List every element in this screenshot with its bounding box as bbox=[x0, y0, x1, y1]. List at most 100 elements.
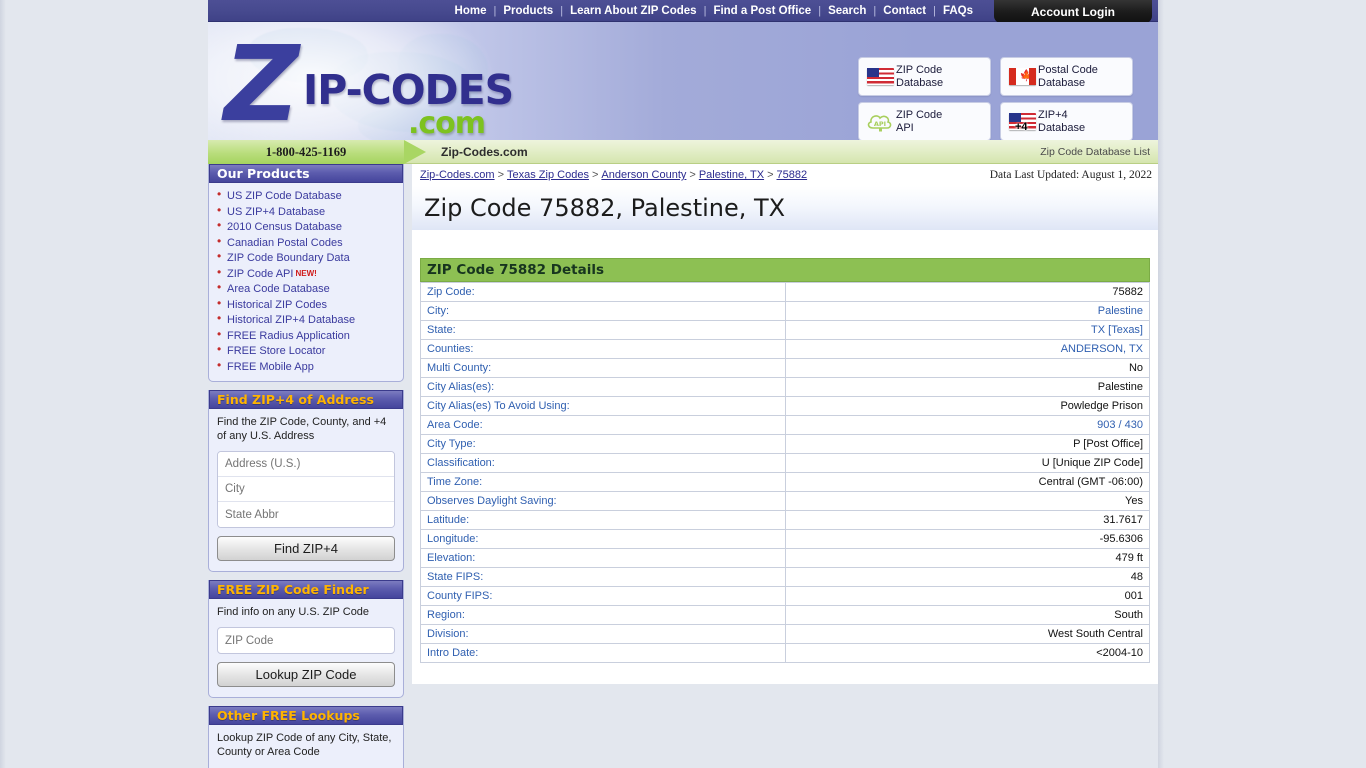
site-name-label: Zip-Codes.com bbox=[441, 145, 528, 159]
sidebar-link-free-store-locator[interactable]: FREE Store Locator bbox=[227, 345, 325, 357]
detail-value: 31.7617 bbox=[784, 510, 1150, 530]
logo-com-text: .com bbox=[408, 106, 486, 140]
sidebar-link-zip-code-api[interactable]: ZIP Code API bbox=[227, 268, 293, 280]
left-page-edge bbox=[0, 0, 6, 768]
table-row: Region: South bbox=[420, 605, 1150, 625]
breadcrumb-link-zip-codes-com[interactable]: Zip-Codes.com bbox=[420, 169, 495, 181]
table-row: Counties: ANDERSON, TX bbox=[420, 339, 1150, 359]
detail-value[interactable]: ANDERSON, TX bbox=[784, 339, 1150, 359]
account-login-button[interactable]: Account Login bbox=[994, 0, 1152, 23]
product-label-line2: Database bbox=[1038, 121, 1086, 134]
product-label-line2: Database bbox=[896, 76, 944, 89]
sidebar-link-free-mobile-app[interactable]: FREE Mobile App bbox=[227, 361, 314, 373]
detail-key: City: bbox=[420, 301, 786, 321]
breadcrumb: Zip-Codes.com > Texas Zip Codes > Anderson C… bbox=[420, 169, 807, 181]
list-item[interactable]: 2010 Census Database bbox=[215, 218, 395, 234]
product-button-zip-code-database[interactable]: ZIP Code Database bbox=[858, 57, 991, 96]
table-row: Intro Date: <2004-10 bbox=[420, 643, 1150, 663]
address-input[interactable] bbox=[218, 452, 394, 477]
list-item[interactable]: Historical ZIP Codes bbox=[215, 296, 395, 312]
panel-our-products: Our Products US ZIP Code Database US ZIP… bbox=[208, 164, 404, 382]
list-item[interactable]: FREE Radius Application bbox=[215, 327, 395, 343]
product-label-line2: API bbox=[896, 121, 914, 134]
product-button-postal-code-database[interactable]: 🍁 Postal Code Database bbox=[1000, 57, 1133, 96]
product-label-line1: ZIP Code bbox=[896, 63, 943, 76]
detail-value: Palestine bbox=[784, 377, 1150, 397]
phone-number: 1-800-425-1169 bbox=[265, 144, 347, 159]
zip-code-input[interactable] bbox=[217, 627, 395, 654]
detail-value: U [Unique ZIP Code] bbox=[784, 453, 1150, 473]
sidebar-link-historical-zip4-database[interactable]: Historical ZIP+4 Database bbox=[227, 314, 355, 326]
nav-link-faqs[interactable]: FAQs bbox=[936, 5, 980, 17]
product-button-label: Postal Code Database bbox=[1038, 64, 1098, 90]
sidebar-link-us-zip-code-database[interactable]: US ZIP Code Database bbox=[227, 190, 342, 202]
nav-link-search[interactable]: Search bbox=[821, 5, 873, 17]
list-item[interactable]: Canadian Postal Codes bbox=[215, 234, 395, 250]
breadcrumb-link-75882[interactable]: 75882 bbox=[777, 169, 808, 181]
site-header: Z IP-CODES .com ZIP Code Database 🍁 Post… bbox=[208, 22, 1158, 140]
zip-code-details-table: Zip Code: 75882 City: Palestine State: TX [Te… bbox=[420, 282, 1150, 663]
detail-value[interactable]: Palestine bbox=[784, 301, 1150, 321]
detail-key: State: bbox=[420, 320, 786, 340]
list-item[interactable]: ZIP Code Boundary Data bbox=[215, 249, 395, 265]
nav-link-learn-about-zip-codes[interactable]: Learn About ZIP Codes bbox=[563, 5, 704, 17]
sidebar-link-zip-code-boundary-data[interactable]: ZIP Code Boundary Data bbox=[227, 252, 350, 264]
nav-link-contact[interactable]: Contact bbox=[876, 5, 933, 17]
lookup-zip-code-button[interactable]: Lookup ZIP Code bbox=[217, 662, 395, 687]
breadcrumb-link-anderson-county[interactable]: Anderson County bbox=[601, 169, 686, 181]
sidebar-link-us-zip4-database[interactable]: US ZIP+4 Database bbox=[227, 206, 325, 218]
detail-key: Elevation: bbox=[420, 548, 786, 568]
detail-key: Intro Date: bbox=[420, 643, 786, 663]
main-content: Zip-Codes.com > Texas Zip Codes > Anderson C… bbox=[412, 164, 1158, 684]
detail-value: P [Post Office] bbox=[784, 434, 1150, 454]
sidebar-link-free-radius-application[interactable]: FREE Radius Application bbox=[227, 330, 350, 342]
green-info-bar: 1-800-425-1169 Zip-Codes.com Zip Code Da… bbox=[208, 140, 1158, 164]
city-input[interactable] bbox=[218, 477, 394, 502]
product-button-zip-plus-4-database[interactable]: +4 ZIP+4 Database bbox=[1000, 102, 1133, 140]
nav-link-home[interactable]: Home bbox=[448, 5, 494, 17]
us-flag-plus4-icon: +4 bbox=[1006, 113, 1038, 133]
detail-key: Zip Code: bbox=[420, 282, 786, 302]
list-item[interactable]: Area Code Database bbox=[215, 280, 395, 296]
find-zip4-button[interactable]: Find ZIP+4 bbox=[217, 536, 395, 561]
detail-key: City Alias(es) To Avoid Using: bbox=[420, 396, 786, 416]
breadcrumb-link-texas-zip-codes[interactable]: Texas Zip Codes bbox=[507, 169, 589, 181]
sidebar-link-canadian-postal-codes[interactable]: Canadian Postal Codes bbox=[227, 237, 343, 249]
detail-key: Longitude: bbox=[420, 529, 786, 549]
panel-title-our-products: Our Products bbox=[209, 164, 403, 183]
sidebar-link-historical-zip-codes[interactable]: Historical ZIP Codes bbox=[227, 299, 327, 311]
nav-link-products[interactable]: Products bbox=[496, 5, 560, 17]
detail-key: State FIPS: bbox=[420, 567, 786, 587]
detail-value: 48 bbox=[784, 567, 1150, 587]
breadcrumb-row: Zip-Codes.com > Texas Zip Codes > Anderson C… bbox=[412, 164, 1158, 186]
new-badge: NEW! bbox=[295, 268, 317, 278]
page-root: Home | Products | Learn About ZIP Codes … bbox=[0, 0, 1366, 768]
sidebar-link-area-code-database[interactable]: Area Code Database bbox=[227, 283, 330, 295]
detail-value[interactable]: 903 / 430 bbox=[784, 415, 1150, 435]
list-item[interactable]: FREE Store Locator bbox=[215, 342, 395, 358]
list-item[interactable]: US ZIP+4 Database bbox=[215, 203, 395, 219]
details-table-header: ZIP Code 75882 Details bbox=[420, 258, 1150, 282]
list-item[interactable]: US ZIP Code Database bbox=[215, 187, 395, 203]
sidebar-link-2010-census-database[interactable]: 2010 Census Database bbox=[227, 221, 342, 233]
top-navigation-bar: Home | Products | Learn About ZIP Codes … bbox=[208, 0, 1158, 23]
page-title-bar: Zip Code 75882, Palestine, TX bbox=[412, 186, 1158, 230]
list-item[interactable]: Historical ZIP+4 Database bbox=[215, 311, 395, 327]
details-table-wrapper: ZIP Code 75882 Details Zip Code: 75882 Cit… bbox=[412, 230, 1158, 663]
detail-value: No bbox=[784, 358, 1150, 378]
site-logo[interactable]: Z IP-CODES .com bbox=[208, 22, 518, 140]
breadcrumb-separator: > bbox=[767, 169, 774, 181]
canada-flag-icon: 🍁 bbox=[1006, 68, 1038, 85]
zip-code-database-list-link[interactable]: Zip Code Database List bbox=[1040, 140, 1150, 164]
breadcrumb-link-palestine-tx[interactable]: Palestine, TX bbox=[699, 169, 764, 181]
table-row: Observes Daylight Saving: Yes bbox=[420, 491, 1150, 511]
list-item[interactable]: ZIP Code APINEW! bbox=[215, 265, 395, 281]
state-abbr-input[interactable] bbox=[218, 502, 394, 527]
list-item[interactable]: FREE Mobile App bbox=[215, 358, 395, 374]
detail-key: Region: bbox=[420, 605, 786, 625]
detail-value[interactable]: TX [Texas] bbox=[784, 320, 1150, 340]
product-label-line1: ZIP Code bbox=[896, 108, 943, 121]
nav-link-find-a-post-office[interactable]: Find a Post Office bbox=[706, 5, 818, 17]
our-products-list: US ZIP Code Database US ZIP+4 Database 2… bbox=[215, 187, 395, 374]
product-button-zip-code-api[interactable]: API ZIP Code API bbox=[858, 102, 991, 140]
